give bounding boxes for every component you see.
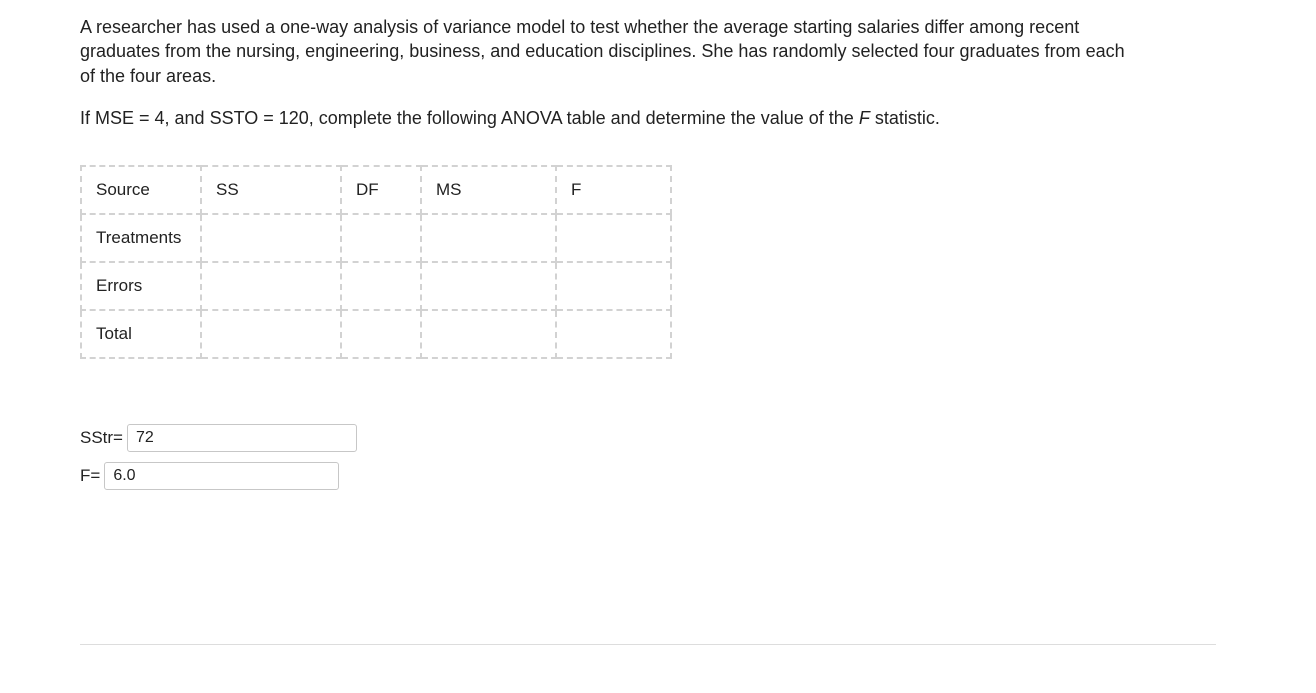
f-label: F= — [80, 466, 100, 486]
anova-treatments-ms — [421, 214, 556, 262]
sstr-input[interactable] — [127, 424, 357, 452]
anova-header-ms: MS — [421, 166, 556, 214]
problem-paragraph-2: If MSE = 4, and SSTO = 120, complete the… — [80, 106, 1140, 130]
anova-header-ss: SS — [201, 166, 341, 214]
problem-p2-suffix: statistic. — [870, 108, 940, 128]
anova-errors-ms — [421, 262, 556, 310]
anova-total-ss — [201, 310, 341, 358]
sstr-label: SStr= — [80, 428, 123, 448]
divider — [80, 644, 1216, 645]
anova-header-df: DF — [341, 166, 421, 214]
problem-paragraph-1: A researcher has used a one-way analysis… — [80, 15, 1140, 88]
anova-row-total: Total — [81, 310, 671, 358]
anova-errors-f — [556, 262, 671, 310]
anova-row-errors: Errors — [81, 262, 671, 310]
anova-total-f — [556, 310, 671, 358]
anova-errors-ss — [201, 262, 341, 310]
anova-header-f: F — [556, 166, 671, 214]
anova-errors-label: Errors — [81, 262, 201, 310]
f-input[interactable] — [104, 462, 339, 490]
anova-total-df — [341, 310, 421, 358]
anova-total-ms — [421, 310, 556, 358]
anova-total-label: Total — [81, 310, 201, 358]
anova-header-row: Source SS DF MS F — [81, 166, 671, 214]
answers-block: SStr= F= — [80, 424, 1236, 490]
anova-treatments-ss — [201, 214, 341, 262]
problem-p2-prefix: If MSE = 4, and SSTO = 120, complete the… — [80, 108, 859, 128]
anova-treatments-f — [556, 214, 671, 262]
anova-header-source: Source — [81, 166, 201, 214]
anova-treatments-label: Treatments — [81, 214, 201, 262]
problem-p2-italic-f: F — [859, 108, 870, 128]
anova-table: Source SS DF MS F Treatments Errors — [80, 165, 672, 359]
anova-row-treatments: Treatments — [81, 214, 671, 262]
anova-treatments-df — [341, 214, 421, 262]
anova-errors-df — [341, 262, 421, 310]
